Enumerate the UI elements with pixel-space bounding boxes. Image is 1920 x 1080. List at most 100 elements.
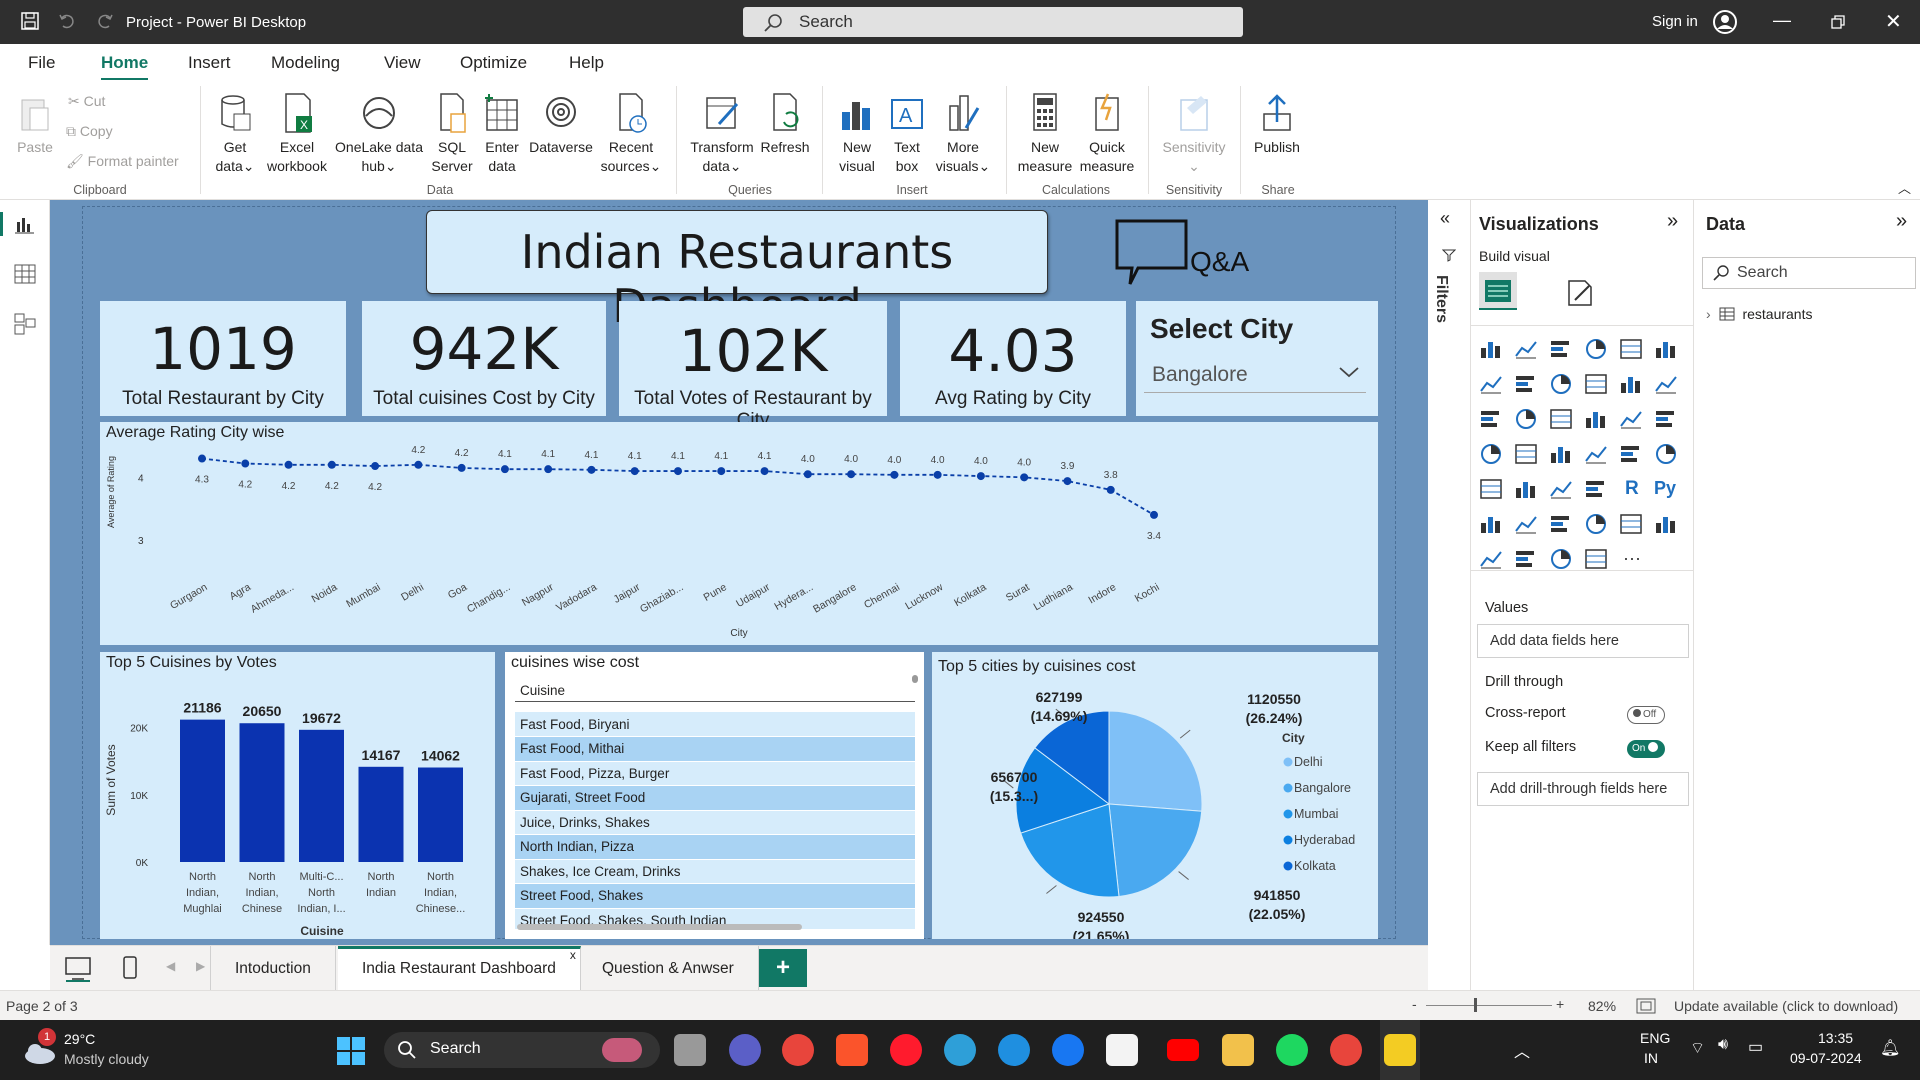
chrome-icon[interactable] — [782, 1034, 814, 1066]
zoom-out-button[interactable]: - — [1412, 996, 1417, 1012]
format-painter-button[interactable]: 🖌 Format painter — [66, 152, 179, 171]
area-chart-icon[interactable] — [1514, 373, 1540, 397]
next-page-icon[interactable]: ▶ — [196, 959, 205, 973]
add-data-fields-dropzone[interactable]: Add data fields here — [1477, 624, 1689, 658]
publish-button[interactable]: Publish — [1248, 92, 1306, 157]
show-hidden-icons[interactable]: ︿ — [1514, 1038, 1530, 1062]
undo-icon[interactable] — [58, 12, 76, 30]
table-icon[interactable] — [1549, 478, 1575, 502]
line-chart-rating-by-city[interactable]: Average Rating City wise Average of Rati… — [100, 422, 1378, 645]
sign-in-link[interactable]: Sign in — [1652, 13, 1698, 30]
decomposition-tree-icon[interactable] — [1514, 513, 1540, 537]
account-icon[interactable] — [1712, 9, 1738, 35]
taskbar-search[interactable]: Search — [384, 1032, 660, 1068]
tab-question-answer[interactable]: Question & Anwser — [578, 946, 759, 990]
redo-icon[interactable] — [96, 12, 114, 30]
tab-introduction[interactable]: Intoduction — [210, 946, 336, 990]
power-apps-icon[interactable] — [1549, 548, 1575, 572]
menu-help[interactable]: Help — [569, 53, 604, 73]
clock-time[interactable]: 13:35 — [1818, 1030, 1853, 1046]
get-data-button[interactable]: Get data⌄ — [208, 92, 262, 176]
goals-icon[interactable] — [1654, 513, 1680, 537]
r-visual-icon[interactable]: R — [1619, 478, 1645, 502]
close-button[interactable]: ✕ — [1885, 9, 1902, 34]
collapse-visualizations-icon[interactable]: » — [1667, 210, 1678, 233]
pie-chart-top-cities[interactable]: Top 5 cities by cuisines cost 1120550 (26… — [932, 652, 1378, 939]
map-icon[interactable] — [1479, 443, 1505, 467]
collapse-ribbon-icon[interactable]: ︿ — [1898, 178, 1911, 197]
100-bar-icon[interactable] — [1619, 338, 1645, 362]
copilot-icon[interactable] — [944, 1034, 976, 1066]
opera-icon[interactable] — [890, 1034, 922, 1066]
vertical-scrollbar[interactable] — [912, 675, 918, 683]
wifi-icon[interactable]: ⌔ — [1690, 1038, 1705, 1058]
menu-view[interactable]: View — [384, 53, 421, 73]
data-search-input[interactable]: Search — [1702, 257, 1916, 289]
report-view-icon[interactable] — [15, 216, 35, 234]
custom-visual-icon[interactable] — [1514, 548, 1540, 572]
cross-report-toggle[interactable]: Off — [1627, 706, 1665, 724]
edge-icon[interactable] — [998, 1034, 1030, 1066]
table-row[interactable]: Fast Food, Pizza, Burger — [515, 761, 915, 786]
onelake-hub-button[interactable]: OneLake data hub⌄ — [332, 92, 426, 176]
new-measure-button[interactable]: New measure — [1014, 92, 1076, 176]
table-row[interactable]: Shakes, Ice Cream, Drinks — [515, 859, 915, 884]
100-column-icon[interactable] — [1654, 338, 1680, 362]
more-visuals-button[interactable]: More visuals⌄ — [932, 92, 994, 176]
stacked-area-icon[interactable] — [1549, 373, 1575, 397]
cut-button[interactable]: ✂ Cut — [68, 92, 105, 111]
transform-data-button[interactable]: Transform data⌄ — [686, 92, 758, 176]
stacked-column-icon[interactable] — [1514, 338, 1540, 362]
scatter-icon[interactable] — [1549, 408, 1575, 432]
volume-icon[interactable]: 🔊︎ — [1718, 1036, 1728, 1054]
python-visual-icon[interactable]: Py — [1654, 478, 1680, 502]
paginated-icon[interactable] — [1619, 513, 1645, 537]
update-notice[interactable]: Update available (click to download) — [1674, 998, 1898, 1014]
mobile-layout-icon[interactable] — [122, 956, 138, 980]
narrative-icon[interactable] — [1584, 513, 1610, 537]
matrix-icon[interactable] — [1584, 478, 1610, 502]
copy-button[interactable]: ⧉ Copy — [66, 122, 113, 141]
keep-all-filters-toggle[interactable]: On — [1627, 740, 1665, 758]
city-dropdown[interactable]: Bangalore — [1144, 355, 1366, 393]
zoom-in-button[interactable]: + — [1556, 996, 1564, 1012]
windows-start-icon[interactable] — [336, 1036, 366, 1066]
qa-icon[interactable] — [1549, 513, 1575, 537]
text-box-button[interactable]: A Text box — [882, 92, 932, 176]
table-row[interactable]: Fast Food, Mithai — [515, 736, 915, 762]
tab-india-restaurant-dashboard[interactable]: India Restaurant Dashboard x — [338, 946, 581, 990]
menu-optimize[interactable]: Optimize — [460, 53, 527, 73]
youtube-icon[interactable] — [1167, 1039, 1199, 1061]
stacked-bar-icon[interactable] — [1479, 338, 1505, 362]
qa-button[interactable]: Q&A — [1114, 218, 1294, 288]
zoom-slider[interactable] — [1426, 1005, 1552, 1006]
line-chart-icon[interactable] — [1479, 373, 1505, 397]
refresh-button[interactable]: Refresh — [758, 92, 812, 157]
menu-home[interactable]: Home — [101, 53, 149, 81]
menu-file[interactable]: File — [28, 53, 55, 73]
fit-to-page-icon[interactable] — [1636, 998, 1656, 1014]
menu-modeling[interactable]: Modeling — [271, 53, 340, 73]
pie-icon[interactable] — [1584, 408, 1610, 432]
filters-pane[interactable]: « Filters — [1428, 200, 1470, 990]
paste-button[interactable]: Paste — [12, 92, 58, 157]
menu-insert[interactable]: Insert — [188, 53, 231, 73]
multirow-card-icon[interactable] — [1654, 443, 1680, 467]
clustered-column-icon[interactable] — [1584, 338, 1610, 362]
waterfall-icon[interactable] — [1479, 408, 1505, 432]
brave-icon[interactable] — [836, 1034, 868, 1066]
donut-icon[interactable] — [1619, 408, 1645, 432]
card-icon[interactable] — [1619, 443, 1645, 467]
dataverse-button[interactable]: Dataverse — [526, 92, 596, 157]
quick-measure-button[interactable]: Quick measure — [1076, 92, 1138, 176]
chrome-profile-icon[interactable] — [1330, 1034, 1362, 1066]
prev-page-icon[interactable]: ◀ — [166, 959, 175, 973]
minimize-button[interactable]: — — [1773, 10, 1791, 31]
treemap-icon[interactable] — [1654, 408, 1680, 432]
table-row[interactable]: North Indian, Pizza — [515, 834, 915, 860]
desktop-layout-icon[interactable] — [64, 956, 92, 982]
enter-data-button[interactable]: Enter data — [478, 92, 526, 176]
notification-bell-icon[interactable]: 🔔︎ — [1880, 1038, 1900, 1058]
get-more-icon[interactable] — [1479, 548, 1505, 572]
close-tab-icon[interactable]: x — [570, 948, 576, 962]
